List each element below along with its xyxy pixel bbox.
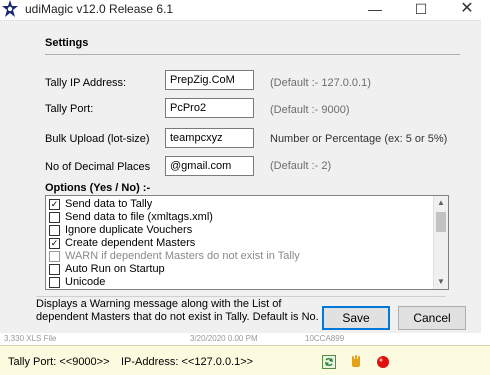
checkbox[interactable] (49, 277, 60, 288)
option-label: Send data to file (xmltags.xml) (65, 211, 213, 223)
options-title: Options (Yes / No) :- (45, 182, 151, 194)
cancel-button[interactable]: Cancel (398, 306, 466, 330)
tally-ip-label: Tally IP Address: (45, 77, 127, 89)
window-edge (481, 20, 490, 338)
title-bar: udiMagic v12.0 Release 6.1 — ☐ ✕ (0, 0, 490, 20)
background-cell: 10CCA899 (305, 334, 345, 343)
options-scrollbar[interactable]: ▲ ▼ (433, 196, 448, 289)
option-description: Displays a Warning message along with th… (36, 298, 319, 323)
decimal-places-hint: (Default :- 2) (270, 160, 332, 172)
option-label: Auto Run on Startup (65, 263, 165, 275)
refresh-icon[interactable] (322, 355, 336, 369)
option-unicode[interactable]: Unicode (49, 276, 429, 289)
tally-port-hint: (Default :- 9000) (270, 104, 350, 116)
tally-ip-hint: (Default :- 127.0.0.1) (270, 77, 371, 89)
settings-dialog (0, 20, 490, 338)
option-warn-masters[interactable]: WARN if dependent Masters do not exist i… (49, 250, 429, 263)
option-auto-run[interactable]: Auto Run on Startup (49, 263, 429, 276)
bulk-upload-input[interactable] (165, 128, 254, 148)
maximize-button[interactable]: ☐ (404, 0, 438, 20)
background-grid-peek: 3,330 XLS File 3/20/2020 0.00 PM 10CCA89… (0, 333, 481, 345)
tally-ip-input[interactable] (165, 70, 254, 90)
option-label: Send data to Tally (65, 198, 153, 210)
tally-port-label: Tally Port: (45, 103, 94, 115)
tally-port-input[interactable] (165, 98, 254, 118)
settings-title: Settings (45, 37, 89, 49)
checkbox[interactable]: ✓ (49, 199, 60, 210)
minimize-button[interactable]: — (358, 0, 392, 20)
option-label: Ignore duplicate Vouchers (65, 224, 193, 236)
status-ip-address: IP-Address: <<127.0.0.1>> (121, 356, 254, 368)
checkbox[interactable]: ✓ (49, 238, 60, 249)
decimal-places-input[interactable] (165, 156, 254, 176)
checkbox[interactable] (49, 264, 60, 275)
option-label: Unicode (65, 276, 106, 288)
option-send-to-file[interactable]: Send data to file (xmltags.xml) (49, 211, 429, 224)
description-divider (36, 296, 446, 297)
close-button[interactable]: ✕ (450, 0, 484, 20)
option-send-to-tally[interactable]: ✓ Send data to Tally (49, 198, 429, 211)
background-cell: 3,330 XLS File (4, 334, 57, 343)
status-tally-port: Tally Port: <<9000>> (8, 356, 110, 368)
scroll-down-icon[interactable]: ▼ (434, 275, 448, 289)
bulk-upload-label: Bulk Upload (lot-size) (45, 133, 150, 145)
save-button[interactable]: Save (322, 306, 390, 330)
star-logo-icon (2, 0, 18, 18)
checkbox[interactable] (49, 225, 60, 236)
bulk-upload-hint: Number or Percentage (ex: 5 or 5%) (270, 133, 448, 145)
checkbox[interactable] (49, 251, 60, 262)
option-label: Create dependent Masters (65, 237, 196, 249)
checkbox[interactable] (49, 212, 60, 223)
decimal-places-label: No of Decimal Places (45, 161, 151, 173)
scroll-up-icon[interactable]: ▲ (434, 196, 448, 210)
background-cell: 3/20/2020 0.00 PM (190, 334, 258, 343)
option-create-masters[interactable]: ✓ Create dependent Masters (49, 237, 429, 250)
settings-divider (45, 54, 460, 55)
record-icon[interactable] (376, 355, 390, 369)
options-checklist[interactable]: ✓ Send data to Tally Send data to file (… (45, 195, 449, 290)
option-label: WARN if dependent Masters do not exist i… (65, 250, 300, 262)
status-bar: Tally Port: <<9000>> IP-Address: <<127.0… (0, 345, 490, 375)
window-title: udiMagic v12.0 Release 6.1 (25, 2, 174, 16)
hand-icon[interactable] (349, 355, 363, 369)
scroll-thumb[interactable] (436, 212, 446, 232)
option-ignore-duplicates[interactable]: Ignore duplicate Vouchers (49, 224, 429, 237)
